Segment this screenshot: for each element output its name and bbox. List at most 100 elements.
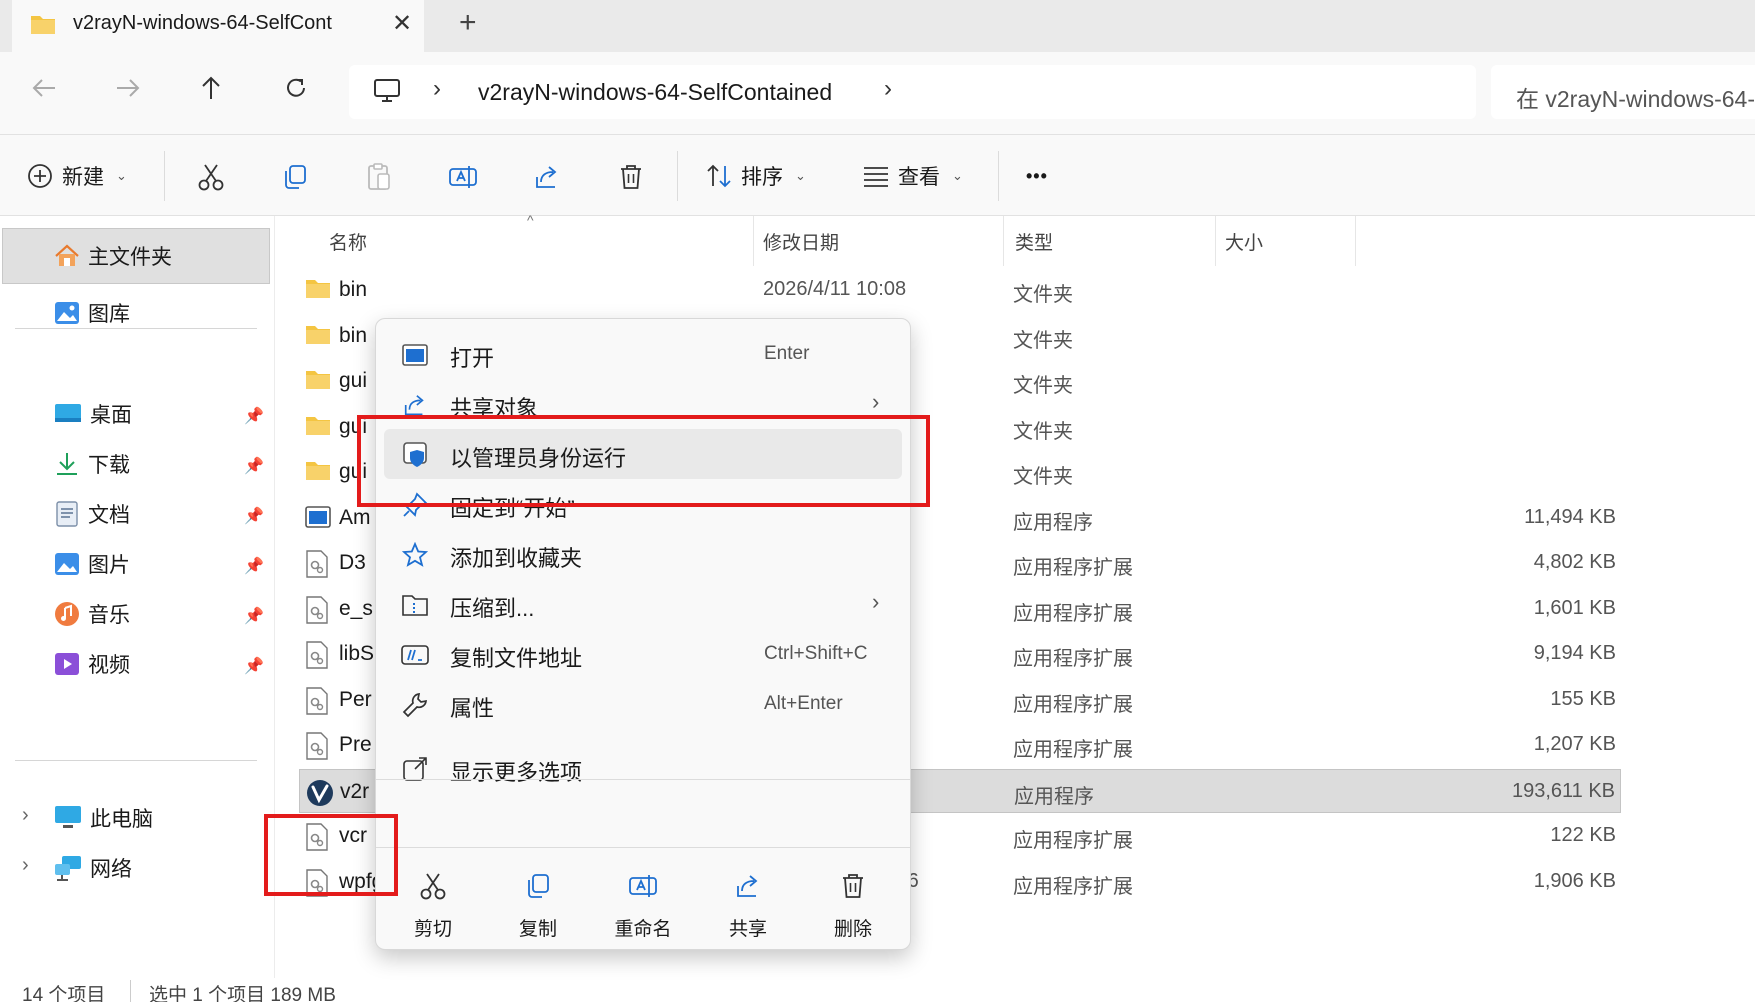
sidebar-item-gallery[interactable]: 图库 bbox=[54, 293, 130, 333]
menu-item-more-options[interactable]: 显示更多选项 bbox=[384, 743, 902, 793]
quick-action-delete[interactable]: 删除 bbox=[813, 870, 893, 950]
dll-file-icon bbox=[305, 686, 329, 720]
refresh-button[interactable] bbox=[276, 68, 316, 108]
desktop-icon bbox=[55, 404, 81, 422]
delete-button[interactable] bbox=[613, 159, 649, 195]
file-size: 122 KB bbox=[1550, 824, 1616, 846]
chevron-right-icon[interactable]: › bbox=[22, 854, 29, 877]
sort-icon bbox=[707, 164, 731, 188]
column-divider[interactable] bbox=[1355, 216, 1356, 266]
column-header-type[interactable]: 类型 bbox=[1015, 228, 1053, 255]
share-button[interactable] bbox=[529, 159, 565, 195]
cut-button[interactable] bbox=[193, 159, 229, 195]
pin-icon[interactable]: 📌 bbox=[244, 456, 264, 476]
pin-icon[interactable]: 📌 bbox=[244, 406, 264, 426]
sidebar-item-pictures[interactable]: 图片 bbox=[54, 544, 130, 584]
breadcrumb-separator[interactable]: › bbox=[884, 75, 892, 103]
pin-icon[interactable]: 📌 bbox=[244, 506, 264, 526]
home-icon bbox=[55, 244, 79, 266]
sidebar-item-documents[interactable]: 文档 bbox=[54, 494, 130, 534]
file-type: 文件夹 bbox=[1013, 284, 1073, 306]
file-row[interactable]: bin 2026/4/11 10:08 文件夹 bbox=[299, 268, 1621, 312]
gallery-icon bbox=[55, 302, 79, 324]
column-divider[interactable] bbox=[753, 216, 754, 266]
breadcrumb-separator[interactable]: › bbox=[433, 75, 441, 103]
column-divider[interactable] bbox=[1003, 216, 1004, 266]
arrow-right-icon bbox=[117, 79, 140, 97]
menu-item-wrench[interactable]: 属性 Alt+Enter bbox=[384, 679, 902, 729]
sidebar-item-network[interactable]: 网络 bbox=[54, 848, 132, 888]
menu-item-star[interactable]: 添加到收藏夹 bbox=[384, 529, 902, 579]
file-name: Am bbox=[339, 505, 371, 529]
divider bbox=[677, 151, 678, 201]
folder-icon bbox=[305, 368, 331, 395]
tab-current[interactable]: v2rayN-windows-64-SelfCont ✕ bbox=[12, 0, 424, 52]
sort-button[interactable]: 排序 ⌄ bbox=[705, 157, 806, 195]
sidebar-item-videos[interactable]: 视频 bbox=[54, 644, 130, 684]
paste-icon bbox=[368, 163, 390, 190]
column-header-size[interactable]: 大小 bbox=[1225, 228, 1263, 255]
menu-item-open[interactable]: 打开 Enter bbox=[384, 329, 902, 379]
dll-file-icon bbox=[305, 641, 329, 674]
copy-button[interactable] bbox=[277, 159, 313, 195]
share-icon bbox=[536, 166, 557, 188]
sidebar-item-music[interactable]: 音乐 bbox=[54, 594, 130, 634]
divider bbox=[164, 151, 165, 201]
star-icon bbox=[401, 541, 429, 569]
more-button[interactable]: ••• bbox=[1026, 157, 1048, 195]
file-date: 2026/4/11 10:08 bbox=[763, 278, 907, 300]
rename-button[interactable] bbox=[445, 159, 481, 195]
paste-button[interactable] bbox=[361, 159, 397, 195]
quick-action-copy[interactable]: 复制 bbox=[498, 870, 578, 950]
sidebar-item-this-pc[interactable]: 此电脑 bbox=[54, 798, 153, 838]
file-name: Per bbox=[339, 687, 372, 711]
sidebar-item-home[interactable]: 主文件夹 bbox=[54, 236, 172, 276]
new-button[interactable]: 新建 ⌄ bbox=[26, 157, 127, 195]
address-bar[interactable]: › v2rayN-windows-64-SelfContained › bbox=[349, 65, 1476, 119]
video-icon bbox=[55, 653, 79, 675]
copy-icon bbox=[522, 870, 554, 902]
search-box[interactable]: 在 v2rayN-windows-64-SelfContained 中搜索 bbox=[1491, 65, 1755, 119]
menu-item-zip[interactable]: 压缩到... › bbox=[384, 579, 902, 629]
quick-action-share[interactable]: 共享 bbox=[708, 870, 788, 950]
menu-divider bbox=[376, 847, 910, 848]
breadcrumb-current-folder[interactable]: v2rayN-windows-64-SelfContained bbox=[478, 79, 832, 106]
forward-button[interactable] bbox=[108, 68, 148, 108]
menu-item-copy-path[interactable]: 复制文件地址 Ctrl+Shift+C bbox=[384, 629, 902, 679]
pin-icon[interactable]: 📌 bbox=[244, 556, 264, 576]
command-bar: 新建 ⌄ 排序 ⌄ 查看 ⌄ ••• bbox=[0, 134, 1755, 216]
application-icon bbox=[305, 505, 331, 534]
column-divider[interactable] bbox=[1215, 216, 1216, 266]
new-tab-button[interactable]: + bbox=[459, 6, 477, 40]
menu-item-label: 压缩到... bbox=[450, 596, 535, 621]
back-button[interactable] bbox=[24, 68, 64, 108]
sidebar-item-label: 网络 bbox=[90, 858, 132, 881]
file-type: 应用程序扩展 bbox=[1013, 875, 1133, 898]
chevron-right-icon[interactable]: › bbox=[22, 804, 29, 827]
close-tab-icon[interactable]: ✕ bbox=[392, 9, 412, 38]
file-size: 193,611 KB bbox=[1511, 779, 1615, 802]
more-options-icon: ••• bbox=[1026, 165, 1048, 186]
pin-icon[interactable]: 📌 bbox=[244, 606, 264, 626]
status-bar: 14 个项目 选中 1 个项目 189 MB bbox=[0, 978, 1755, 1002]
file-type: 应用程序扩展 bbox=[1013, 739, 1133, 761]
plus-circle-icon bbox=[28, 164, 52, 188]
folder-icon bbox=[305, 459, 331, 486]
highlight-run-as-admin bbox=[357, 415, 930, 507]
file-name: e_s bbox=[339, 596, 373, 620]
arrow-left-icon bbox=[32, 79, 55, 97]
view-button[interactable]: 查看 ⌄ bbox=[862, 157, 963, 195]
quick-action-cut[interactable]: 剪切 bbox=[393, 870, 473, 950]
file-type: 应用程序扩展 bbox=[1013, 830, 1133, 852]
up-button[interactable] bbox=[191, 68, 231, 108]
quick-action-rename[interactable]: 重命名 bbox=[603, 870, 683, 950]
file-type: 文件夹 bbox=[1013, 466, 1073, 488]
sidebar-item-desktop[interactable]: 桌面 bbox=[54, 394, 132, 434]
column-header-name[interactable]: 名称 bbox=[329, 228, 367, 255]
folder-icon bbox=[305, 414, 331, 441]
pin-icon[interactable]: 📌 bbox=[244, 656, 264, 676]
file-type: 应用程序扩展 bbox=[1013, 693, 1133, 716]
sidebar-item-downloads[interactable]: 下载 bbox=[54, 444, 130, 484]
file-size: 9,194 KB bbox=[1533, 642, 1616, 664]
column-header-date[interactable]: 修改日期 bbox=[763, 228, 839, 255]
